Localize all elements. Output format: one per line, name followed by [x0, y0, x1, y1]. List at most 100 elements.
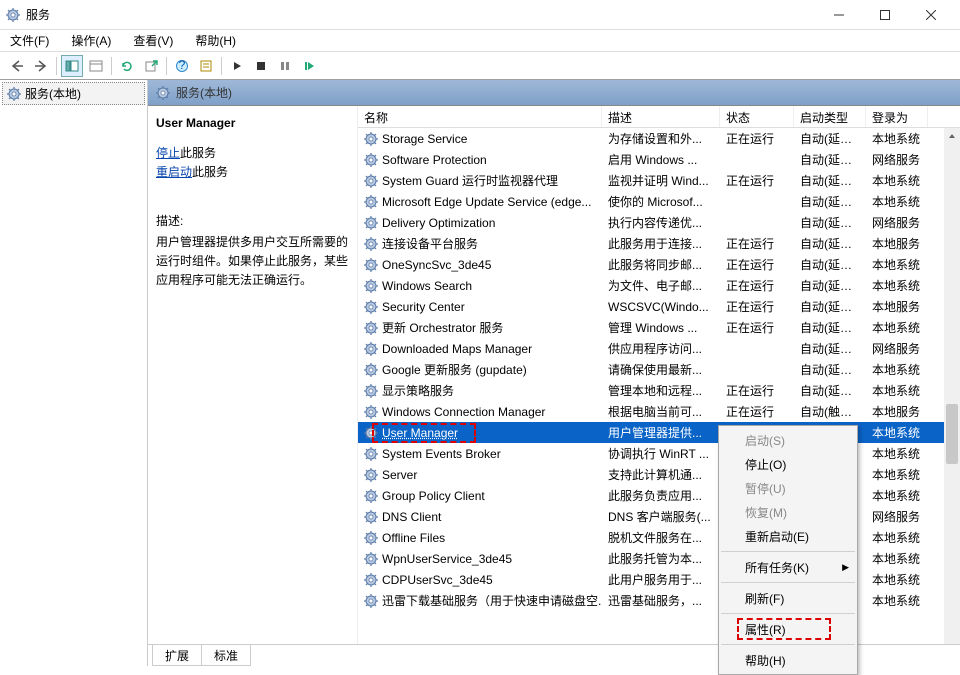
table-row[interactable]: Microsoft Edge Update Service (edge...使你… [358, 191, 944, 212]
pause-button[interactable] [274, 55, 296, 77]
table-row[interactable]: 显示策略服务管理本地和远程...正在运行自动(延迟...本地系统 [358, 380, 944, 401]
service-logon: 本地系统 [866, 466, 928, 483]
table-row[interactable]: Windows Search为文件、电子邮...正在运行自动(延迟...本地系统 [358, 275, 944, 296]
service-desc: 执行内容传递优... [602, 214, 720, 231]
table-row[interactable]: Downloaded Maps Manager供应用程序访问...自动(延迟..… [358, 338, 944, 359]
service-desc: 脱机文件服务在... [602, 529, 720, 546]
service-name: OneSyncSvc_3de45 [382, 258, 491, 272]
table-row[interactable]: Google 更新服务 (gupdate)请确保使用最新...自动(延迟...本… [358, 359, 944, 380]
col-status[interactable]: 状态 [720, 106, 794, 127]
service-name: Windows Search [382, 279, 472, 293]
service-logon: 网络服务 [866, 214, 928, 231]
show-hide-tree-button[interactable] [61, 55, 83, 77]
col-desc[interactable]: 描述 [602, 106, 720, 127]
help-button[interactable]: ? [171, 55, 193, 77]
scroll-up-button[interactable] [944, 128, 960, 144]
forward-button[interactable] [30, 55, 52, 77]
view-button[interactable] [85, 55, 107, 77]
gear-icon [364, 468, 378, 482]
tab-standard[interactable]: 标准 [201, 645, 251, 666]
col-name[interactable]: 名称 [358, 106, 602, 127]
menu-help[interactable]: 帮助(H) [191, 30, 240, 51]
close-button[interactable] [908, 0, 954, 29]
table-row[interactable]: 更新 Orchestrator 服务管理 Windows ...正在运行自动(延… [358, 317, 944, 338]
restart-link[interactable]: 重启动 [156, 165, 192, 179]
minimize-button[interactable] [816, 0, 862, 29]
service-logon: 本地系统 [866, 529, 928, 546]
service-desc: DNS 客户端服务(... [602, 508, 720, 525]
menu-action[interactable]: 操作(A) [67, 30, 115, 51]
service-startup: 自动(延迟... [794, 172, 866, 189]
service-name: Security Center [382, 300, 465, 314]
service-name: System Guard 运行时监视器代理 [382, 172, 558, 189]
table-row[interactable]: Delivery Optimization执行内容传递优...自动(延迟...网… [358, 212, 944, 233]
gear-icon [364, 405, 378, 419]
ctx-properties[interactable]: 属性(R) [719, 617, 857, 641]
ctx-stop[interactable]: 停止(O) [719, 452, 857, 476]
gear-icon [364, 237, 378, 251]
col-logon[interactable]: 登录为 [866, 106, 928, 127]
service-name: WpnUserService_3de45 [382, 552, 512, 566]
table-row[interactable]: Storage Service为存储设置和外...正在运行自动(延迟...本地系… [358, 128, 944, 149]
refresh-button[interactable] [116, 55, 138, 77]
service-status: 正在运行 [720, 277, 794, 294]
service-logon: 网络服务 [866, 340, 928, 357]
stop-link[interactable]: 停止 [156, 146, 180, 160]
service-desc: WSCSVC(Windo... [602, 300, 720, 314]
back-button[interactable] [6, 55, 28, 77]
service-status: 正在运行 [720, 382, 794, 399]
restart-button[interactable] [298, 55, 320, 77]
service-name: Delivery Optimization [382, 216, 495, 230]
table-row[interactable]: Security CenterWSCSVC(Windo...正在运行自动(延迟.… [358, 296, 944, 317]
table-row[interactable]: Windows Connection Manager根据电脑当前可...正在运行… [358, 401, 944, 422]
gear-icon [364, 510, 378, 524]
tree-root-services[interactable]: 服务(本地) [2, 82, 145, 105]
gear-icon [364, 300, 378, 314]
service-status: 正在运行 [720, 298, 794, 315]
table-row[interactable]: System Guard 运行时监视器代理 监视并证明 Wind...正在运行自动… [358, 170, 944, 191]
scroll-thumb[interactable] [946, 404, 958, 464]
service-name: Microsoft Edge Update Service (edge... [382, 195, 591, 209]
service-startup: 自动(延迟... [794, 277, 866, 294]
stop-button[interactable] [250, 55, 272, 77]
col-startup[interactable]: 启动类型 [794, 106, 866, 127]
ctx-refresh[interactable]: 刷新(F) [719, 586, 857, 610]
service-logon: 本地系统 [866, 256, 928, 273]
service-desc: 此服务负责应用... [602, 487, 720, 504]
table-row[interactable]: OneSyncSvc_3de45此服务将同步邮...正在运行自动(延迟...本地… [358, 254, 944, 275]
tab-extended[interactable]: 扩展 [152, 645, 202, 666]
table-row[interactable]: Software Protection启用 Windows ...自动(延迟..… [358, 149, 944, 170]
maximize-button[interactable] [862, 0, 908, 29]
gear-icon [364, 321, 378, 335]
gear-icon [364, 531, 378, 545]
ctx-start: 启动(S) [719, 428, 857, 452]
service-status: 正在运行 [720, 403, 794, 420]
vertical-scrollbar[interactable] [944, 128, 960, 666]
service-name: Windows Connection Manager [382, 405, 545, 419]
ctx-restart[interactable]: 重新启动(E) [719, 524, 857, 548]
gear-icon [364, 174, 378, 188]
play-button[interactable] [226, 55, 248, 77]
export-button[interactable] [140, 55, 162, 77]
service-desc: 请确保使用最新... [602, 361, 720, 378]
ctx-pause: 暂停(U) [719, 476, 857, 500]
service-logon: 本地系统 [866, 424, 928, 441]
window-title: 服务 [26, 6, 816, 23]
menu-file[interactable]: 文件(F) [6, 30, 53, 51]
menu-view[interactable]: 查看(V) [129, 30, 177, 51]
right-header-label: 服务(本地) [176, 84, 232, 101]
properties-button[interactable] [195, 55, 217, 77]
gear-icon [364, 132, 378, 146]
gear-icon [364, 552, 378, 566]
service-desc: 协调执行 WinRT ... [602, 445, 720, 462]
service-name: DNS Client [382, 510, 441, 524]
ctx-help[interactable]: 帮助(H) [719, 648, 857, 672]
table-row[interactable]: 连接设备平台服务此服务用于连接...正在运行自动(延迟...本地服务 [358, 233, 944, 254]
service-logon: 本地系统 [866, 571, 928, 588]
right-header: 服务(本地) [148, 80, 960, 106]
services-list: 名称 描述 状态 启动类型 登录为 Storage Service为存储设置和外… [358, 106, 960, 666]
service-desc: 监视并证明 Wind... [602, 172, 720, 189]
service-status: 正在运行 [720, 172, 794, 189]
ctx-alltasks[interactable]: 所有任务(K)▶ [719, 555, 857, 579]
service-desc: 此服务托管为本... [602, 550, 720, 567]
